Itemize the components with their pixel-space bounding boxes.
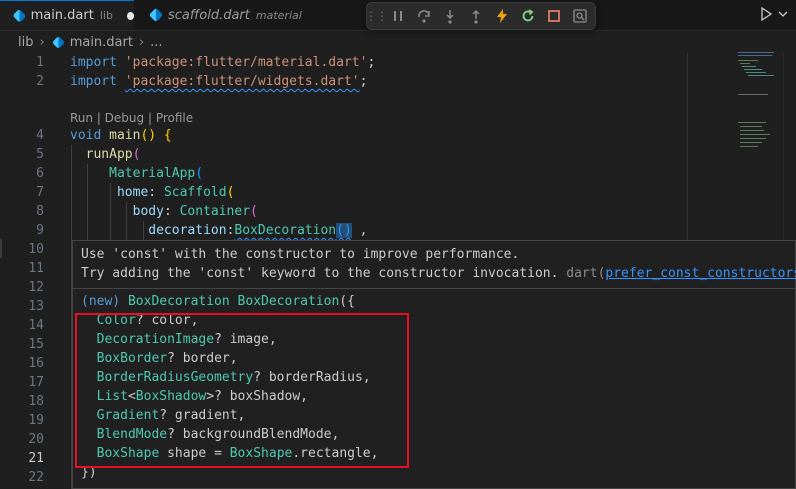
step-into-icon	[446, 10, 454, 24]
unsaved-dot-icon[interactable]	[126, 11, 134, 20]
tab-description: material	[255, 8, 302, 22]
line-number: 5	[36, 147, 44, 162]
dart-file-icon	[148, 7, 164, 23]
line-number: 20	[28, 432, 44, 447]
breadcrumb-file[interactable]: main.dart	[70, 35, 133, 50]
line-number: 2	[36, 74, 44, 89]
lint-rule-link[interactable]: prefer_const_constructors	[605, 266, 796, 281]
minimap[interactable]	[736, 50, 782, 170]
hover-divider	[73, 288, 795, 289]
breadcrumb-folder[interactable]: lib	[18, 35, 33, 50]
run-icon[interactable]	[758, 6, 774, 22]
line-number: 14	[28, 318, 44, 333]
step-out-icon	[472, 9, 480, 24]
line-number: 18	[28, 394, 44, 409]
line-number: 12	[28, 280, 44, 295]
restart-button[interactable]	[515, 3, 541, 29]
tab-description: lib	[99, 9, 113, 22]
pause-icon	[394, 11, 402, 21]
lint-source: dart	[566, 266, 598, 281]
code-line-9: decoration:BoxDecoration() ,	[148, 223, 368, 238]
chevron-right-icon: ›	[39, 34, 45, 50]
line-number: 13	[28, 299, 44, 314]
step-over-icon	[418, 10, 430, 23]
line-number: 4	[36, 128, 44, 143]
code-line-7: home: Scaffold(	[116, 185, 235, 200]
hover-tooltip: Use 'const' with the constructor to impr…	[72, 240, 796, 489]
code-line-6: MaterialApp(	[109, 166, 204, 181]
lint-message-line-1: Use 'const' with the constructor to impr…	[81, 247, 520, 262]
line-number: 7	[36, 185, 44, 200]
line-number: 6	[36, 166, 44, 181]
line-number: 22	[28, 470, 44, 485]
line-number: 10	[28, 242, 44, 257]
tab-scaffold-dart[interactable]: scaffold.dart material	[136, 0, 316, 30]
line-number: 16	[28, 356, 44, 371]
dart-file-icon	[51, 35, 65, 49]
dart-file-icon	[12, 8, 27, 23]
inspect-widget-button[interactable]	[567, 3, 593, 29]
pause-button[interactable]	[385, 3, 411, 29]
code-line-4: void main() {	[70, 128, 172, 143]
red-highlight-box	[75, 313, 409, 468]
step-out-button[interactable]	[463, 3, 489, 29]
stop-icon	[548, 10, 560, 22]
drag-handle-icon[interactable]: ⋮⋮	[365, 3, 388, 29]
code-line-1: import 'package:flutter/material.dart';	[70, 55, 376, 70]
tab-main-dart[interactable]: main.dart lib	[0, 0, 134, 30]
code-line-5: runApp(	[85, 147, 141, 162]
breadcrumb: lib › main.dart › ...	[0, 31, 796, 53]
line-number: 9	[36, 223, 44, 238]
line-number: 17	[28, 375, 44, 390]
debug-toolbar: ⋮⋮	[365, 2, 596, 30]
tab-label: scaffold.dart	[168, 7, 250, 23]
tab-bar: main.dart lib scaffold.dart material ⋮⋮	[0, 0, 796, 31]
inspect-icon	[573, 9, 587, 23]
line-number: 1	[36, 55, 44, 70]
step-over-button[interactable]	[411, 3, 437, 29]
fold-marker	[0, 239, 2, 258]
chevron-down-icon[interactable]	[778, 6, 788, 22]
tab-label: main.dart	[30, 8, 94, 23]
stop-button[interactable]	[541, 3, 567, 29]
current-line-number: 21	[28, 451, 44, 466]
lint-message-line-2: Try adding the 'const' keyword to the co…	[81, 264, 796, 283]
line-number: 19	[28, 413, 44, 428]
line-number: 11	[28, 261, 44, 276]
line-number: 15	[28, 337, 44, 352]
line-number: 8	[36, 204, 44, 219]
restart-icon	[522, 9, 534, 22]
chevron-right-icon: ›	[138, 34, 145, 50]
step-into-button[interactable]	[437, 3, 463, 29]
code-line-2: import 'package:flutter/widgets.dart';	[70, 74, 368, 89]
lightning-icon	[497, 9, 507, 23]
hot-reload-button[interactable]	[489, 3, 515, 29]
code-line-8: body: Container(	[132, 204, 258, 219]
breadcrumb-more[interactable]: ...	[150, 35, 162, 50]
editor-actions	[758, 6, 788, 22]
